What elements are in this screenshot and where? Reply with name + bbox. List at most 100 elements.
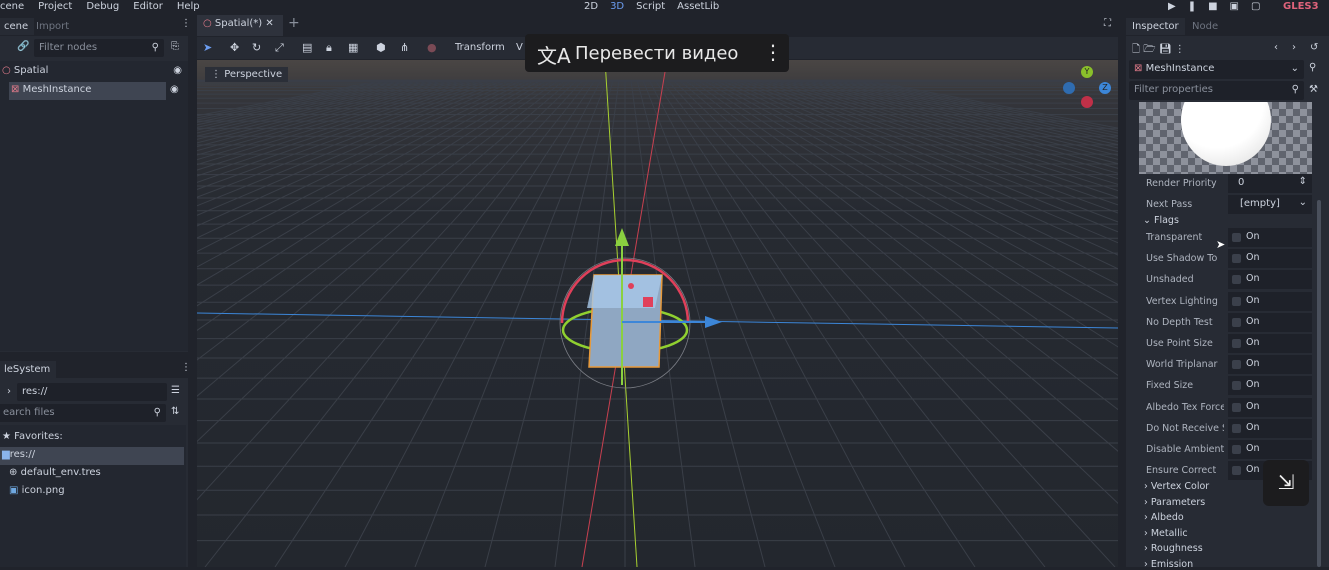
menu-project[interactable]: Project (38, 1, 72, 12)
object-properties-icon[interactable]: ⚲ (1309, 62, 1316, 73)
visibility-icon[interactable]: ◉ (173, 65, 182, 76)
file-item-res[interactable]: ▆res:// (0, 447, 184, 465)
tab-filesystem[interactable]: leSystem (0, 361, 57, 378)
stop-icon[interactable]: ■ (1208, 1, 1229, 12)
inspector-section[interactable]: › Parameters (1144, 497, 1205, 508)
menu-debug[interactable]: Debug (86, 1, 119, 12)
node-selector[interactable]: ⊠ MeshInstance ⌄ (1129, 60, 1304, 79)
gizmo-neg-x[interactable] (1081, 96, 1093, 108)
gizmo-neg-z[interactable] (1063, 82, 1075, 94)
select-tool-icon[interactable]: ➤ (203, 41, 212, 54)
tab-inspector[interactable]: Inspector (1126, 18, 1185, 35)
file-item-default-env[interactable]: ⊕ default_env.tres (9, 467, 101, 478)
menu-help[interactable]: Help (177, 1, 200, 12)
forward-icon[interactable]: › (1292, 42, 1296, 53)
gizmo-y[interactable]: Y (1081, 66, 1093, 78)
workspace-3d[interactable]: 3D (610, 1, 624, 12)
inspector-section[interactable]: › Roughness (1144, 543, 1203, 554)
tools-icon[interactable]: ⚒ (1309, 84, 1318, 95)
workspace-assetlib[interactable]: AssetLib (677, 1, 719, 12)
group-icon[interactable]: ▦ (348, 41, 358, 54)
inspector-section[interactable]: › Emission (1144, 559, 1193, 570)
orientation-gizmo[interactable]: Y Z (1063, 66, 1113, 110)
add-script-icon[interactable]: ⎘ (171, 41, 179, 52)
search-files-input[interactable]: earch files ⚲ (0, 404, 166, 422)
workspace-script[interactable]: Script (636, 1, 665, 12)
filter-nodes-input[interactable]: Filter nodes ⚲ (34, 39, 164, 57)
flag-checkbox[interactable]: On (1228, 397, 1312, 417)
snap-icon[interactable]: ⋔ (400, 41, 409, 54)
visibility-icon[interactable]: ◉ (170, 84, 179, 95)
inspector-scrollbar[interactable] (1317, 200, 1321, 567)
flags-section[interactable]: ⌄ Flags (1143, 215, 1179, 226)
flag-checkbox[interactable]: On (1228, 312, 1312, 332)
menu-scene[interactable]: cene (0, 1, 24, 12)
render-priority-spinbox[interactable]: 0 ⇕ (1228, 174, 1312, 193)
flag-checkbox[interactable]: On (1228, 270, 1312, 290)
file-item-icon[interactable]: ▣ icon.png (9, 485, 65, 496)
inspector-section[interactable]: › Vertex Color (1144, 481, 1209, 492)
add-tab-icon[interactable]: + (288, 15, 300, 31)
split-view-icon[interactable]: ☰ (171, 385, 180, 396)
tab-node[interactable]: Node (1186, 18, 1224, 35)
open-icon[interactable]: 🗁 (1143, 44, 1155, 55)
save-icon[interactable]: 💾︎ (1159, 44, 1172, 55)
tab-import[interactable]: Import (30, 18, 75, 35)
transform-menu[interactable]: Transform (455, 42, 505, 53)
grid-line (197, 79, 416, 128)
camera-preview-icon[interactable]: ● (427, 41, 437, 54)
inspector-section[interactable]: › Metallic (1144, 528, 1188, 539)
flag-checkbox[interactable]: On (1228, 334, 1312, 353)
lock-icon[interactable]: 🔒︎ (326, 41, 332, 55)
workspace-2d[interactable]: 2D (584, 1, 598, 12)
flag-checkbox[interactable]: On (1228, 440, 1312, 459)
list-select-icon[interactable]: ▤ (302, 41, 312, 54)
checkbox-icon (1232, 445, 1241, 454)
scene-tab[interactable]: ○ Spatial(*) ✕ (197, 15, 283, 36)
more-icon[interactable]: ⋮ (1175, 44, 1185, 55)
play-icon[interactable]: ▶ (1168, 1, 1188, 12)
dock-menu-icon[interactable]: ⋮ (181, 18, 191, 29)
flag-checkbox[interactable]: On (1228, 418, 1312, 438)
grid-line (642, 79, 836, 567)
pause-icon[interactable]: ❚ (1188, 1, 1208, 12)
miniplayer-button[interactable]: ⇲ (1263, 460, 1309, 506)
next-pass-picker[interactable]: [empty] ⌄ (1228, 195, 1312, 214)
sort-icon[interactable]: ⇅ (171, 406, 179, 417)
translate-video-popup[interactable]: 文A Перевести видео ⋮ (525, 34, 789, 72)
renderer-select[interactable]: GLES3 (1283, 1, 1319, 14)
back-icon[interactable]: ‹ (1274, 42, 1278, 53)
flag-checkbox[interactable]: On (1228, 355, 1312, 375)
chevron-right-icon: › (1144, 527, 1148, 539)
close-icon[interactable]: ✕ (265, 18, 273, 29)
distraction-free-icon[interactable]: ⛶ (1104, 18, 1111, 29)
tree-node-meshinstance[interactable]: ⊠ MeshInstance (9, 82, 166, 100)
new-resource-icon[interactable]: 🗋 (1132, 44, 1140, 55)
gizmo-z[interactable]: Z (1099, 82, 1111, 94)
dock-menu-icon[interactable]: ⋮ (181, 362, 191, 373)
flag-checkbox[interactable]: On (1228, 249, 1312, 269)
flag-checkbox[interactable]: On (1228, 228, 1312, 247)
flag-checkbox[interactable]: On (1228, 376, 1312, 396)
flag-checkbox[interactable]: On (1228, 291, 1312, 311)
path-field[interactable]: res:// (17, 383, 167, 401)
link-icon[interactable]: 🔗 (17, 41, 29, 52)
filter-properties-input[interactable]: Filter properties ⚲ (1129, 81, 1304, 100)
tree-node-spatial[interactable]: ○ Spatial ◉ (2, 65, 182, 81)
scale-tool-icon[interactable]: ⤢ (275, 41, 284, 55)
3d-viewport[interactable]: ⋮ Perspective Y Z (197, 60, 1118, 567)
chevron-right-icon: › (1144, 558, 1148, 570)
history-icon[interactable]: ↺ (1310, 42, 1318, 53)
play-scene-icon[interactable]: ▣ (1230, 1, 1251, 12)
perspective-menu[interactable]: ⋮ Perspective (205, 67, 289, 82)
rotate-tool-icon[interactable]: ↻ (252, 41, 261, 54)
checkbox-icon (1232, 275, 1241, 285)
move-tool-icon[interactable]: ✥ (230, 41, 239, 54)
chevron-right-icon[interactable]: › (7, 386, 11, 397)
play-custom-icon[interactable]: ▢ (1251, 1, 1272, 12)
view-menu[interactable]: V (516, 42, 523, 53)
more-options-icon[interactable]: ⋮ (763, 40, 783, 64)
inspector-section[interactable]: › Albedo (1144, 512, 1184, 523)
menu-editor[interactable]: Editor (133, 1, 163, 12)
local-space-icon[interactable]: ⬢ (376, 41, 386, 54)
